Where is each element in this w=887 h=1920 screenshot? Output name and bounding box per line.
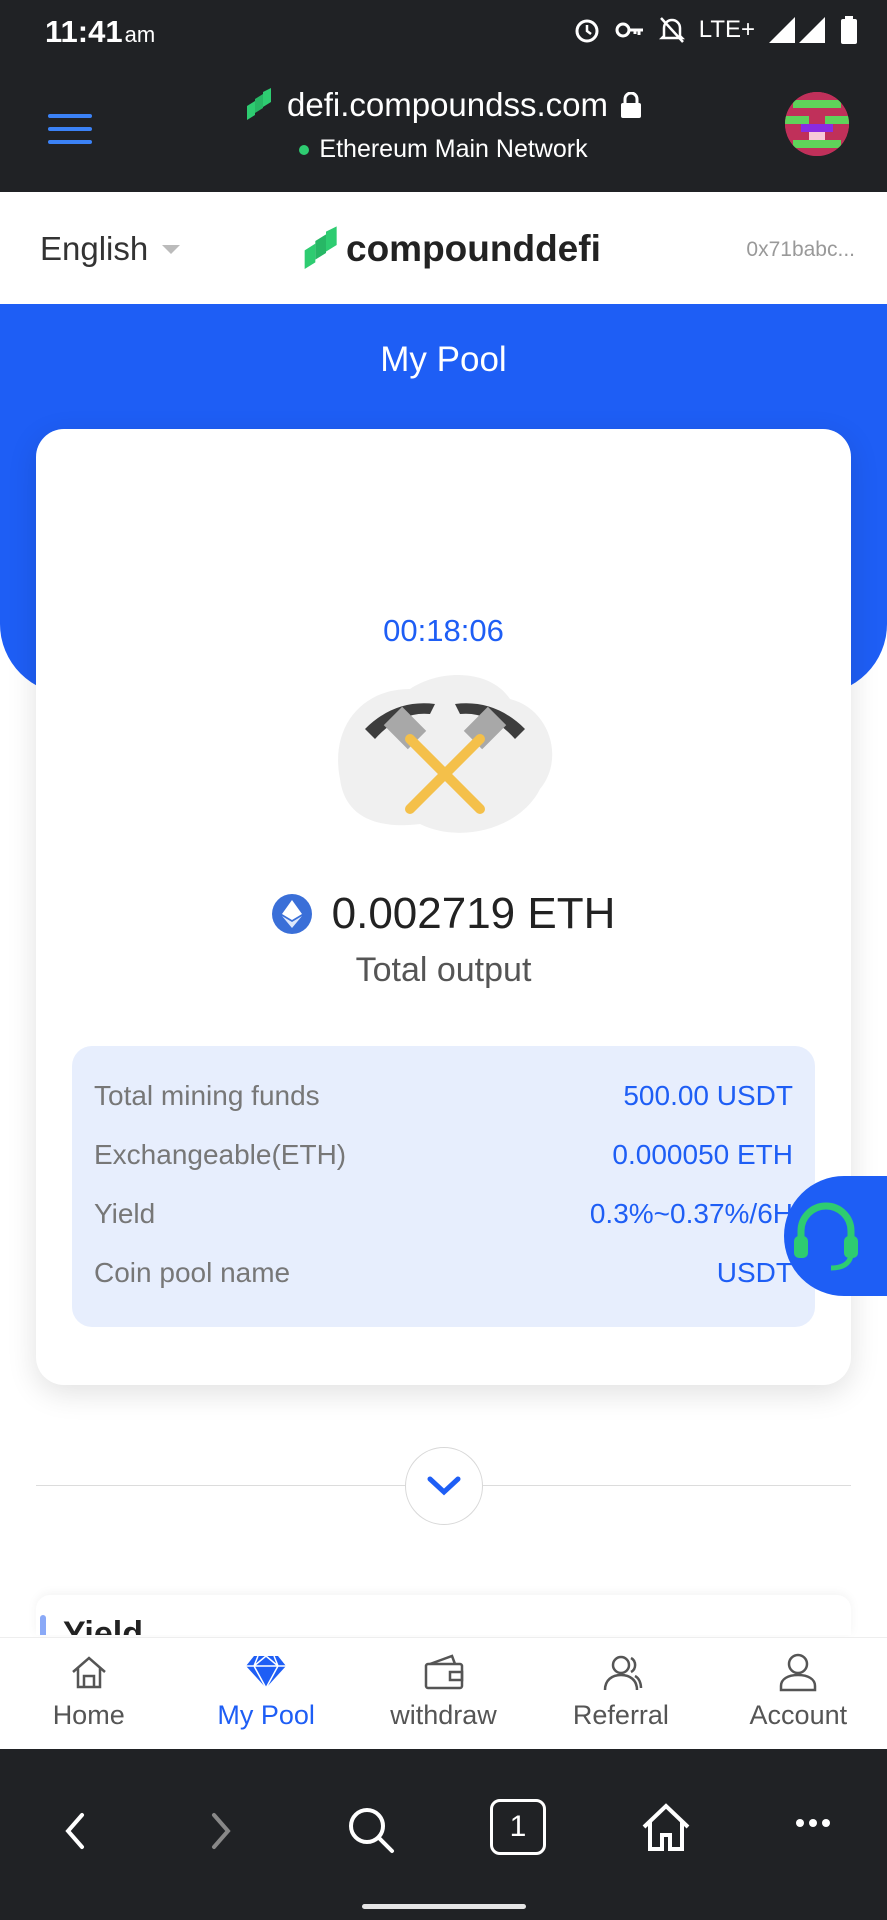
referral-icon xyxy=(603,1655,643,1691)
tab-account[interactable]: Account xyxy=(710,1638,887,1750)
pool-details: Total mining funds 500.00 USDT Exchangeab… xyxy=(72,1046,815,1327)
lock-icon xyxy=(621,92,641,118)
forward-icon[interactable] xyxy=(208,1811,234,1851)
detail-row: Exchangeable(ETH) 0.000050 ETH xyxy=(94,1139,793,1170)
pool-card: 00:18:06 0.002719 ETH Total output Total… xyxy=(36,429,851,1385)
wallet-icon xyxy=(424,1654,463,1690)
ethereum-icon xyxy=(271,894,312,934)
brand-name: compounddefi xyxy=(346,228,601,269)
page-title: My Pool xyxy=(380,340,507,379)
home-nav-icon[interactable] xyxy=(640,1801,692,1853)
browser-bar: defi.compoundss.com Ethereum Main Networ… xyxy=(0,66,887,192)
diamond-icon xyxy=(246,1655,287,1690)
bottom-tab-bar: Home My Pool withdraw Referral Account xyxy=(0,1637,887,1750)
network-label: Ethereum Main Network xyxy=(319,135,588,163)
total-output: 0.002719 ETH xyxy=(36,889,851,939)
battery-icon xyxy=(841,16,857,44)
account-icon xyxy=(780,1653,817,1692)
compound-logo-icon xyxy=(304,226,337,269)
headset-icon xyxy=(794,1202,858,1271)
site-logo-icon xyxy=(247,88,271,120)
tab-my-pool[interactable]: My Pool xyxy=(177,1638,354,1750)
url-area[interactable]: defi.compoundss.com Ethereum Main Networ… xyxy=(0,86,887,164)
detail-row: Total mining funds 500.00 USDT xyxy=(94,1080,793,1111)
network-type: LTE+ xyxy=(698,16,755,43)
mining-pickaxe-icon xyxy=(338,675,553,833)
caret-down-icon xyxy=(162,244,181,254)
network-status-dot xyxy=(299,144,310,155)
avatar[interactable] xyxy=(785,92,849,156)
key-icon xyxy=(615,22,643,38)
language-selector[interactable]: English xyxy=(40,230,181,268)
status-bar: 11:41am LTE+ xyxy=(0,0,887,66)
chevron-down-icon xyxy=(427,1476,461,1496)
signal-icon xyxy=(769,17,825,43)
tab-home[interactable]: Home xyxy=(0,1638,177,1750)
detail-row: Yield 0.3%~0.37%/6H xyxy=(94,1198,793,1229)
tab-withdraw[interactable]: withdraw xyxy=(355,1638,532,1750)
tab-referral[interactable]: Referral xyxy=(532,1638,709,1750)
search-icon[interactable] xyxy=(346,1805,396,1855)
app-header: English compounddefi 0x71babc... xyxy=(0,192,887,304)
status-time: 11:41am xyxy=(45,14,156,49)
yield-section: Yield xyxy=(36,1595,851,1635)
home-icon xyxy=(71,1656,106,1689)
status-icons: LTE+ xyxy=(573,16,857,44)
yield-section-title: Yield xyxy=(63,1615,143,1635)
output-amount: 0.002719 ETH xyxy=(331,889,616,938)
url-text: defi.compoundss.com xyxy=(287,86,608,123)
alarm-icon xyxy=(575,19,599,43)
brand-logo: compounddefi xyxy=(302,226,601,272)
more-options-icon[interactable] xyxy=(795,1817,831,1829)
browser-nav-bar: 1 xyxy=(0,1749,887,1920)
expand-button[interactable] xyxy=(405,1447,483,1525)
home-indicator[interactable] xyxy=(362,1904,526,1909)
detail-row: Coin pool name USDT xyxy=(94,1257,793,1288)
tabs-count-button[interactable]: 1 xyxy=(490,1799,546,1855)
back-icon[interactable] xyxy=(62,1811,88,1851)
countdown-timer: 00:18:06 xyxy=(383,613,504,648)
section-marker xyxy=(40,1615,46,1635)
output-label: Total output xyxy=(355,951,532,989)
notifications-off-icon xyxy=(658,17,685,43)
language-label: English xyxy=(40,230,149,267)
wallet-address[interactable]: 0x71babc... xyxy=(746,238,855,262)
